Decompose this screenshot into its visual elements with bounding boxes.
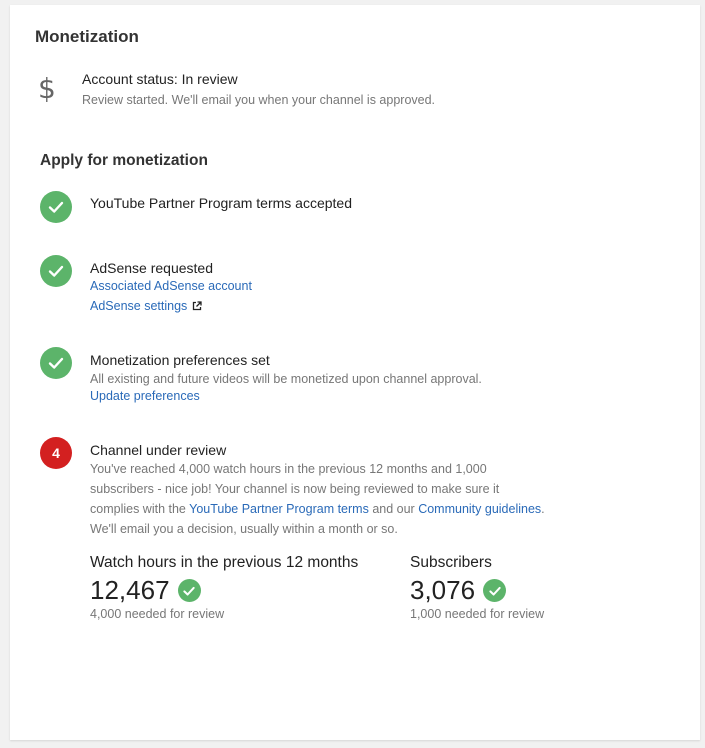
subscribers-note: 1,000 needed for review xyxy=(410,607,545,621)
step-prefs-text: All existing and future videos will be m… xyxy=(90,372,482,386)
check-icon xyxy=(40,347,72,379)
step-ypp-title: YouTube Partner Program terms accepted xyxy=(90,195,352,211)
subscribers-value: 3,076 xyxy=(410,575,476,605)
step-adsense-title: AdSense requested xyxy=(90,260,213,276)
watch-hours-note: 4,000 needed for review xyxy=(90,607,225,621)
associated-adsense-link[interactable]: Associated AdSense account xyxy=(90,279,252,293)
review-text-fragment: complies with the xyxy=(90,502,190,516)
check-icon xyxy=(177,579,201,602)
check-icon xyxy=(40,255,72,287)
page-title: Monetization xyxy=(35,27,139,46)
watch-hours-value-row: 12,467 xyxy=(90,575,201,606)
adsense-settings-link[interactable]: AdSense settings xyxy=(90,299,202,313)
monetization-card: Monetization $ Account status: In review… xyxy=(10,5,700,740)
review-text-line: complies with the YouTube Partner Progra… xyxy=(90,499,590,519)
check-icon xyxy=(40,191,72,223)
subscribers-value-row: 3,076 xyxy=(410,575,507,606)
subscribers-label: Subscribers xyxy=(410,554,492,571)
dollar-icon: $ xyxy=(38,72,56,105)
community-guidelines-link[interactable]: Community guidelines xyxy=(418,502,541,516)
review-text-line: subscribers - nice job! Your channel is … xyxy=(90,482,500,496)
account-status-detail: Review started. We'll email you when you… xyxy=(82,93,436,107)
step-review-text: You've reached 4,000 watch hours in the … xyxy=(90,459,590,539)
step-review-title: Channel under review xyxy=(90,442,227,458)
adsense-settings-label: AdSense settings xyxy=(90,299,188,313)
check-icon xyxy=(483,579,507,602)
apply-heading: Apply for monetization xyxy=(40,152,208,169)
review-text-line: We'll email you a decision, usually with… xyxy=(90,522,398,536)
external-link-icon xyxy=(192,301,202,311)
review-text-fragment: and our xyxy=(368,502,419,516)
account-status: Account status: In review xyxy=(82,71,238,87)
watch-hours-label: Watch hours in the previous 12 months xyxy=(90,554,359,571)
ypp-terms-link[interactable]: YouTube Partner Program terms xyxy=(189,502,369,516)
review-text-fragment: . xyxy=(541,502,545,516)
watch-hours-value: 12,467 xyxy=(90,575,170,605)
step-prefs-title: Monetization preferences set xyxy=(90,352,270,368)
update-preferences-link[interactable]: Update preferences xyxy=(90,389,200,403)
step-number-badge: 4 xyxy=(40,437,72,469)
review-text-line: You've reached 4,000 watch hours in the … xyxy=(90,462,487,476)
